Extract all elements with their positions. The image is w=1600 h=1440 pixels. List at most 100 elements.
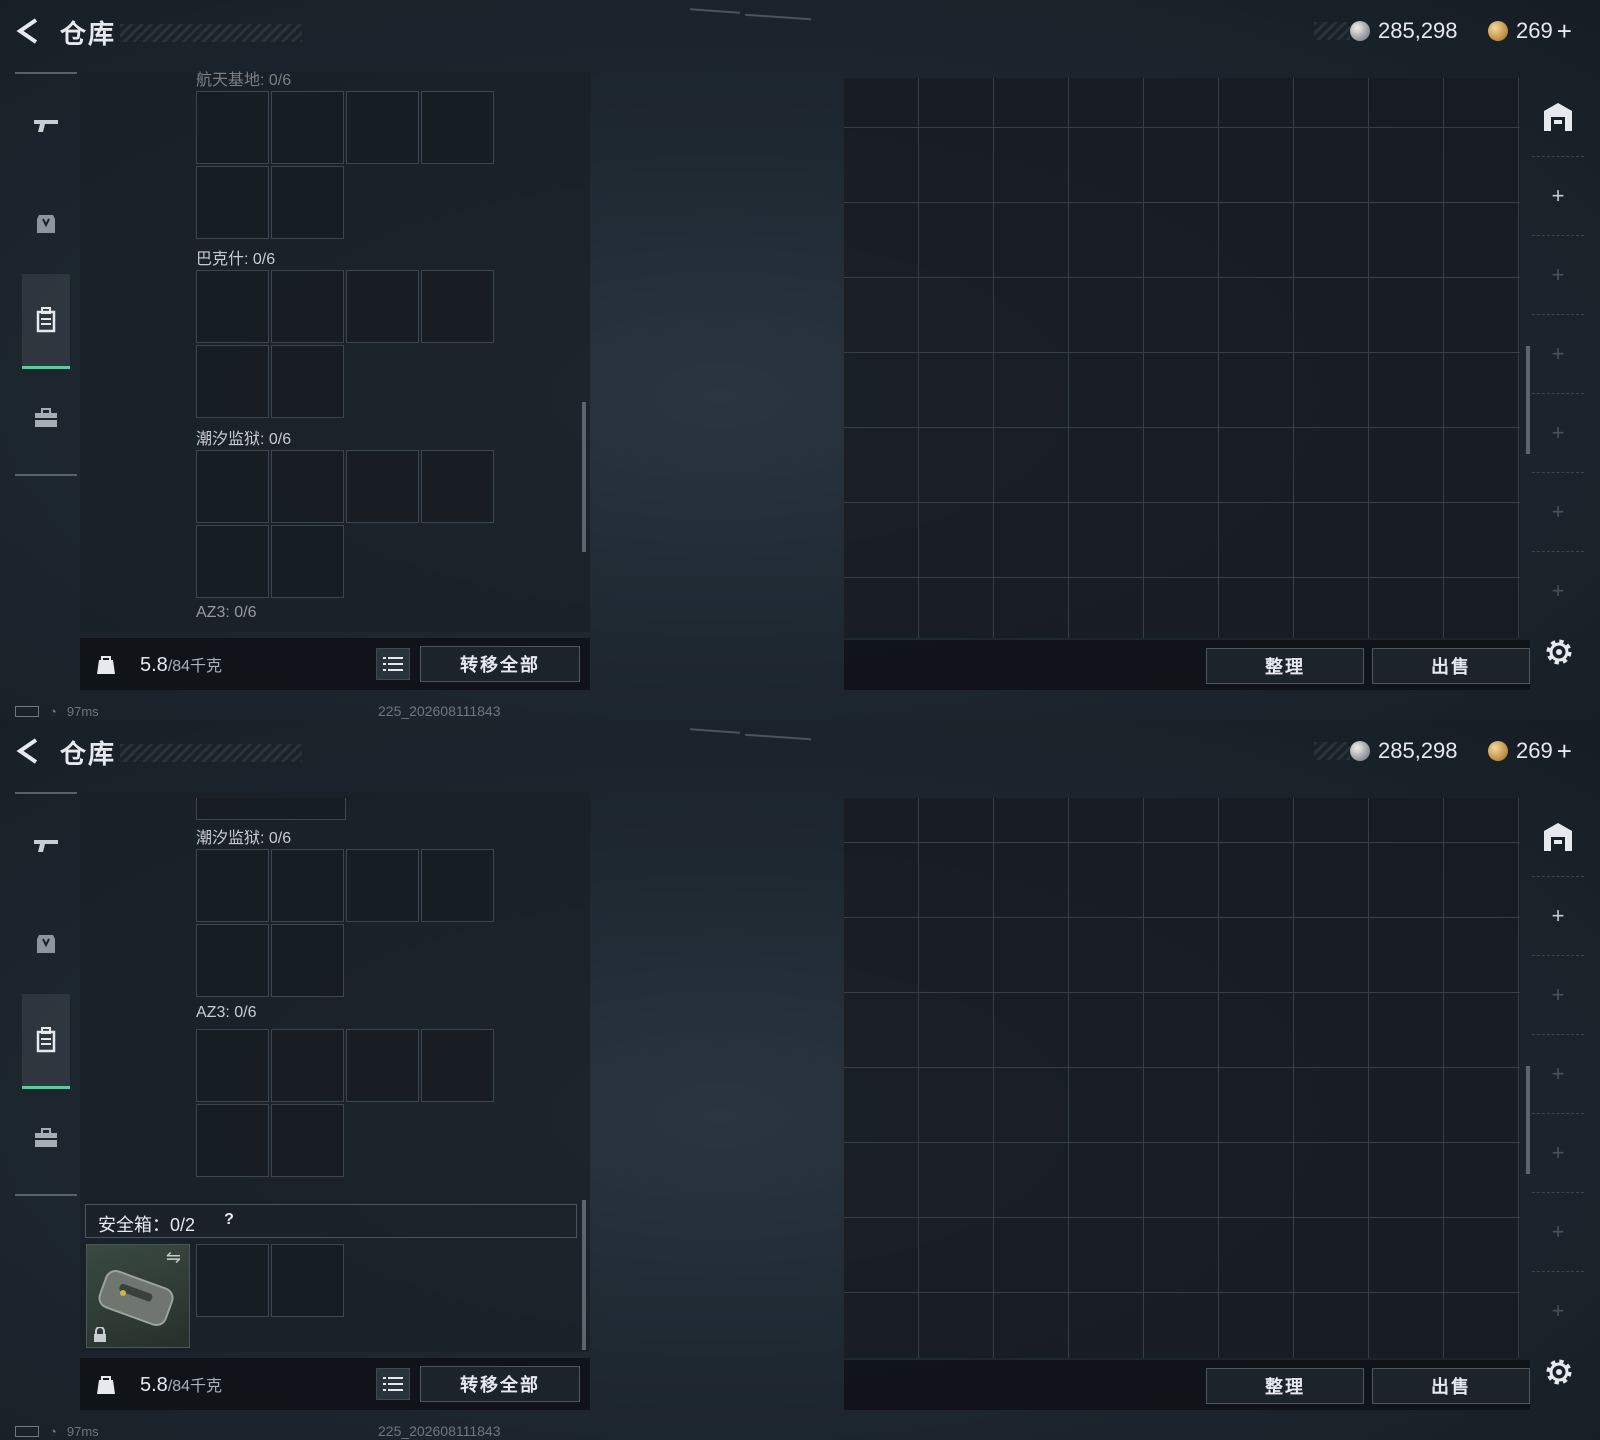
currency-decoration — [1314, 22, 1350, 40]
slot-cell[interactable] — [421, 91, 494, 164]
slot-cell[interactable] — [196, 166, 269, 239]
back-arrow-icon[interactable] — [14, 736, 44, 766]
gold-amount: 269 — [1516, 18, 1553, 43]
slot-cell[interactable] — [271, 91, 344, 164]
slot-cell[interactable] — [271, 166, 344, 239]
sidebar-item-weapons[interactable] — [22, 800, 70, 892]
warehouse-grid[interactable] — [844, 78, 1520, 638]
slot-cell[interactable] — [421, 1029, 494, 1102]
slot-cell[interactable] — [271, 450, 344, 523]
slot-cell[interactable] — [196, 91, 269, 164]
add-warehouse-tab-button[interactable]: + — [1532, 877, 1584, 956]
silver-coin-icon — [1350, 21, 1370, 41]
plus-icon: + — [1551, 420, 1565, 445]
locked-warehouse-tab: + — [1532, 1035, 1584, 1114]
sort-button[interactable]: 整理 — [1206, 648, 1364, 684]
battery-icon — [15, 706, 39, 717]
slot-cell[interactable] — [346, 270, 419, 343]
warehouse-tab-main[interactable] — [1532, 78, 1584, 157]
sell-button[interactable]: 出售 — [1372, 1368, 1530, 1404]
warehouse-scrollbar[interactable] — [1526, 346, 1530, 454]
sidebar-item-backpack[interactable] — [22, 274, 70, 369]
slot-cell[interactable] — [271, 924, 344, 997]
screen-top: 仓库 285,298 269 + 航天基地: 0/6 巴克什: 0/6 潮汐监狱… — [0, 0, 1600, 720]
silver-currency: 285,298 — [1350, 736, 1458, 766]
transfer-all-button[interactable]: 转移全部 — [420, 1366, 580, 1402]
list-icon — [383, 1377, 403, 1391]
sidebar-item-toolbox[interactable] — [22, 1092, 70, 1184]
add-warehouse-tab-button[interactable]: + — [1532, 157, 1584, 236]
sort-button[interactable]: 整理 — [1206, 1368, 1364, 1404]
list-icon — [383, 657, 403, 671]
back-arrow-icon[interactable] — [14, 16, 44, 46]
plus-icon: + — [1551, 578, 1565, 603]
slot-cell[interactable] — [271, 525, 344, 598]
slot-cell[interactable] — [271, 849, 344, 922]
silver-currency: 285,298 — [1350, 16, 1458, 46]
sell-button[interactable]: 出售 — [1372, 648, 1530, 684]
slot-cell[interactable] — [421, 849, 494, 922]
sidebar-item-armor[interactable] — [22, 178, 70, 270]
add-currency-button[interactable]: + — [1557, 736, 1572, 767]
settings-gear-icon[interactable] — [1543, 1356, 1575, 1388]
slot-cell[interactable] — [346, 1029, 419, 1102]
slot-label-az3: AZ3: 0/6 — [196, 604, 257, 621]
warehouse-footer: 整理 出售 — [844, 1360, 1530, 1410]
plus-icon: + — [1551, 1219, 1565, 1244]
gold-currency: 269 + — [1488, 736, 1572, 766]
slot-cell[interactable] — [196, 525, 269, 598]
locked-warehouse-tab: + — [1532, 1114, 1584, 1193]
slot-cell[interactable] — [346, 91, 419, 164]
slot-cell[interactable] — [196, 450, 269, 523]
safe-box-item[interactable]: ⇋ — [86, 1244, 190, 1348]
backpack-scrollbar[interactable] — [582, 402, 586, 552]
slot-cell[interactable] — [271, 270, 344, 343]
sidebar-item-backpack[interactable] — [22, 994, 70, 1089]
safe-slot-cell[interactable] — [196, 1244, 269, 1317]
slot-cell[interactable] — [196, 1104, 269, 1177]
slot-cell[interactable] — [196, 1029, 269, 1102]
silver-coin-icon — [1350, 741, 1370, 761]
warehouse-grid[interactable] — [844, 798, 1520, 1358]
sidebar-item-armor[interactable] — [22, 898, 70, 990]
slot-cell[interactable] — [421, 270, 494, 343]
add-currency-button[interactable]: + — [1557, 16, 1572, 47]
list-view-button[interactable] — [376, 1368, 410, 1400]
slot-cell[interactable] — [271, 345, 344, 418]
slot-cell[interactable] — [196, 345, 269, 418]
safe-slot-cell[interactable] — [271, 1244, 344, 1317]
warehouse-tab-main[interactable] — [1532, 798, 1584, 877]
armor-icon — [37, 215, 55, 233]
sidebar-item-toolbox[interactable] — [22, 372, 70, 464]
slot-cell[interactable] — [271, 1029, 344, 1102]
list-view-button[interactable] — [376, 648, 410, 680]
slot-cell[interactable] — [196, 270, 269, 343]
backpack-scrollbar[interactable] — [582, 1200, 586, 1350]
status-bar: ◔ 97ms — [15, 704, 99, 719]
gun-icon — [34, 120, 58, 132]
transfer-all-button[interactable]: 转移全部 — [420, 646, 580, 682]
locked-warehouse-tab: + — [1532, 315, 1584, 394]
settings-gear-icon[interactable] — [1543, 636, 1575, 668]
sidebar-item-weapons[interactable] — [22, 80, 70, 172]
title-decoration — [120, 744, 302, 762]
warehouse-footer: 整理 出售 — [844, 640, 1530, 690]
slot-cell[interactable] — [421, 450, 494, 523]
warehouse-scrollbar[interactable] — [1526, 1066, 1530, 1174]
page-title: 仓库 — [60, 19, 117, 49]
armor-icon — [37, 935, 55, 953]
silver-amount: 285,298 — [1378, 738, 1458, 763]
slot-cell[interactable] — [346, 849, 419, 922]
warehouse-icon — [1544, 823, 1572, 851]
help-icon[interactable]: ? — [218, 1211, 240, 1233]
swap-icon[interactable]: ⇋ — [166, 1247, 181, 1268]
silver-amount: 285,298 — [1378, 18, 1458, 43]
gold-coin-icon — [1488, 21, 1508, 41]
slot-cell[interactable] — [196, 849, 269, 922]
slot-cell[interactable] — [271, 1104, 344, 1177]
slot-label-aerospace: 航天基地: 0/6 — [196, 72, 292, 89]
slot-cell[interactable] — [196, 924, 269, 997]
page-title: 仓库 — [60, 739, 117, 769]
slot-cell[interactable] — [196, 798, 346, 820]
slot-cell[interactable] — [346, 450, 419, 523]
